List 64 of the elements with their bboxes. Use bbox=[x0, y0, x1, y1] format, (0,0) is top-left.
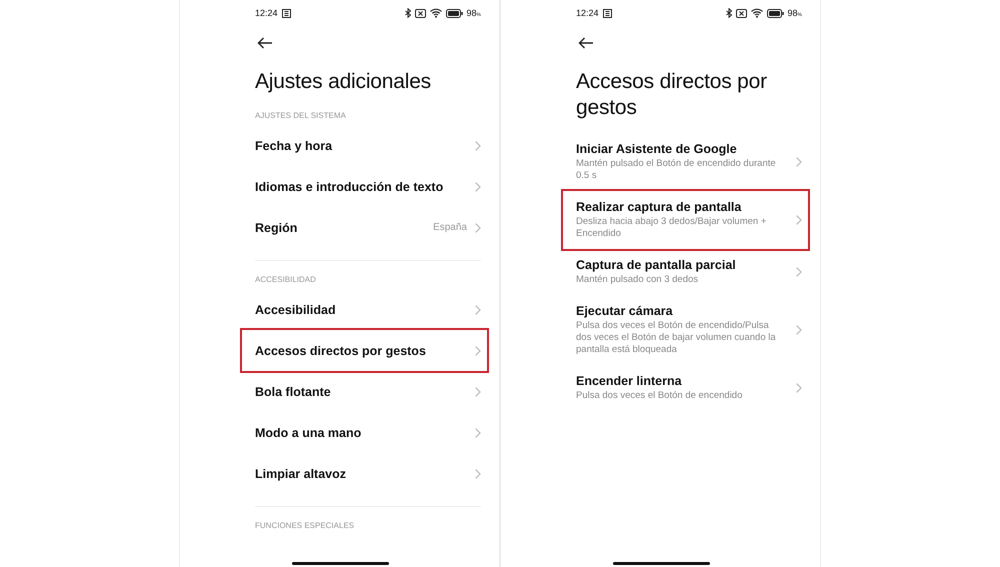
item-title: Captura de pantalla parcial bbox=[576, 258, 737, 272]
chevron-icon bbox=[475, 222, 481, 232]
section-label: ACCESIBILIDAD bbox=[255, 274, 317, 286]
settings-item[interactable]: Realizar captura de pantalla Desliza hacia abajo 3 dedos/Bajar volumen + Encendido bbox=[563, 191, 808, 249]
chevron-icon bbox=[475, 386, 481, 396]
item-title: Limpiar altavoz bbox=[255, 466, 347, 480]
item-title: Bola flotante bbox=[255, 384, 332, 398]
bluetooth-icon bbox=[726, 8, 732, 18]
chevron-icon bbox=[796, 383, 802, 393]
item-title: Fecha y hora bbox=[255, 138, 334, 152]
battery-icon bbox=[446, 8, 463, 18]
item-title: Encender linterna bbox=[576, 374, 683, 388]
chevron-icon bbox=[475, 140, 481, 150]
status-time: 12:24 bbox=[255, 8, 278, 18]
item-description: Desliza hacia abajo 3 dedos/Bajar volumen + Encendido bbox=[576, 216, 768, 240]
page-title: Accesos directos por gestos bbox=[576, 69, 768, 121]
chevron-icon bbox=[796, 267, 802, 277]
page-title: Ajustes adicionales bbox=[255, 69, 432, 95]
wifi-icon bbox=[430, 8, 442, 18]
item-title: Idiomas e introducción de texto bbox=[255, 180, 444, 194]
item-title: Accesos directos por gestos bbox=[255, 344, 427, 358]
item-description: Mantén pulsado el Botón de encendido durante 0.5 s bbox=[576, 158, 777, 182]
sim-icon bbox=[414, 8, 426, 18]
chevron-icon bbox=[475, 182, 481, 192]
chevron-icon bbox=[475, 428, 481, 438]
battery-icon bbox=[766, 8, 784, 18]
item-description: Mantén pulsado con 3 dedos bbox=[576, 274, 700, 286]
settings-item[interactable]: Accesos directos por gestos bbox=[242, 330, 487, 371]
settings-item[interactable]: Accesibilidad bbox=[255, 289, 487, 330]
sim-icon bbox=[736, 8, 747, 18]
item-title: Iniciar Asistente de Google bbox=[576, 142, 738, 156]
settings-item[interactable]: Fecha y hora bbox=[255, 125, 487, 166]
chevron-icon bbox=[475, 304, 481, 314]
item-value: España bbox=[433, 222, 467, 233]
item-title: Ejecutar cámara bbox=[576, 304, 674, 318]
item-title: Realizar captura de pantalla bbox=[576, 200, 742, 214]
notification-icon bbox=[282, 8, 291, 18]
settings-item[interactable]: Encender linterna Pulsa dos veces el Botón de encendido bbox=[576, 365, 808, 411]
item-description: Pulsa dos veces el Botón de encendido bbox=[576, 390, 744, 402]
settings-item[interactable]: Modo a una mano bbox=[255, 412, 487, 453]
settings-item[interactable]: Iniciar Asistente de Google Mantén pulsado el Botón de encendido durante 0.5 s bbox=[576, 133, 808, 191]
settings-item[interactable]: Región España bbox=[255, 207, 487, 248]
chevron-icon bbox=[796, 325, 802, 335]
settings-item[interactable]: Idiomas e introducción de texto bbox=[255, 166, 487, 207]
bluetooth-icon bbox=[404, 8, 411, 18]
item-title: Modo a una mano bbox=[255, 426, 362, 440]
item-title: Accesibilidad bbox=[255, 302, 337, 316]
wifi-icon bbox=[750, 8, 763, 18]
chevron-icon bbox=[475, 346, 481, 356]
item-title: Región bbox=[255, 220, 298, 234]
status-time: 12:24 bbox=[576, 8, 599, 18]
section-label: FUNCIONES ESPECIALES bbox=[255, 520, 356, 532]
notification-icon bbox=[602, 8, 612, 18]
chevron-icon bbox=[796, 157, 802, 167]
back-icon[interactable] bbox=[257, 37, 273, 49]
settings-item[interactable]: Captura de pantalla parcial Mantén pulsado con 3 dedos bbox=[576, 249, 808, 295]
chevron-icon bbox=[796, 215, 802, 225]
item-description: Pulsa dos veces el Botón de encendido/Pulsa dos veces el Botón de bajar volumen cuando la pantalla está bloqueada bbox=[576, 320, 777, 356]
chevron-icon bbox=[475, 468, 481, 478]
settings-item[interactable]: Bola flotante bbox=[255, 371, 487, 412]
settings-item[interactable]: Ejecutar cámara Pulsa dos veces el Botón de encendido/Pulsa dos veces el Botón de bajar volumen cuando la pantalla está bloqueada bbox=[576, 295, 808, 365]
back-icon[interactable] bbox=[578, 37, 594, 49]
section-label: AJUSTES DEL SISTEMA bbox=[255, 110, 347, 122]
settings-item[interactable]: Limpiar altavoz bbox=[255, 453, 487, 494]
